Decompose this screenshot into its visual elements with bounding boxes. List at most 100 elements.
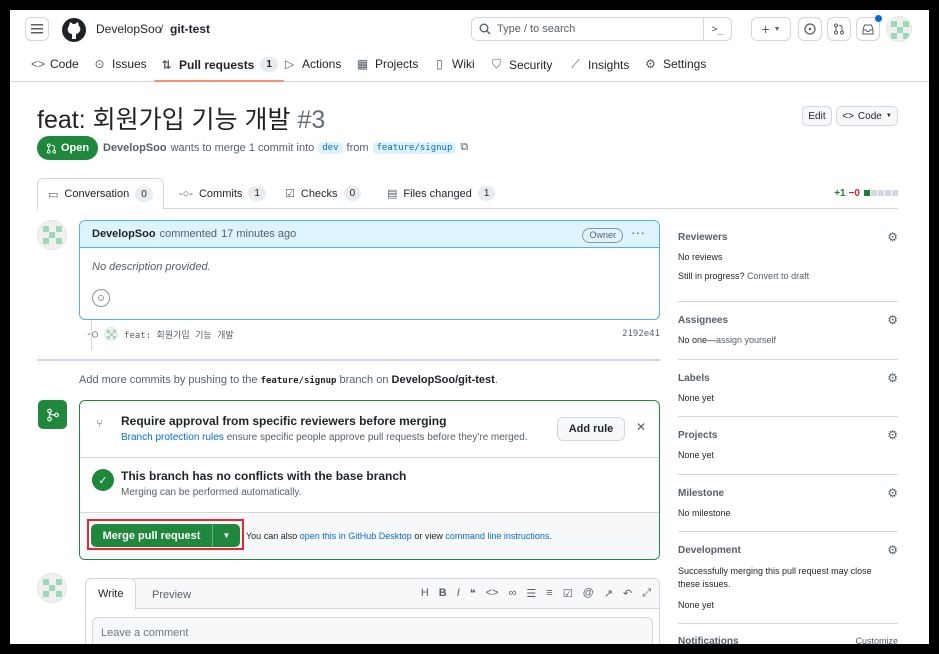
- tab-settings[interactable]: ⚙ Settings: [644, 57, 706, 71]
- command-line-link[interactable]: command line instructions: [445, 531, 549, 541]
- gear-icon[interactable]: ⚙: [887, 428, 898, 442]
- comment-icon: ▭: [48, 188, 59, 201]
- branch-protection-link[interactable]: Branch protection rules: [121, 432, 224, 443]
- tab-commits[interactable]: -○- Commits 1: [179, 178, 266, 209]
- git-pull-request-icon: [834, 23, 844, 35]
- assign-yourself-link[interactable]: assign yourself: [716, 335, 776, 345]
- pr-author-link[interactable]: DevelopSoo: [103, 142, 167, 154]
- convert-to-draft-link[interactable]: Convert to draft: [747, 271, 809, 281]
- comment-author[interactable]: DevelopSoo: [92, 228, 156, 240]
- user-avatar[interactable]: [886, 16, 912, 42]
- gear-icon[interactable]: ⚙: [887, 371, 898, 385]
- link-icon[interactable]: ∞: [509, 587, 517, 600]
- notification-dot: [875, 15, 882, 22]
- base-branch[interactable]: dev: [318, 141, 343, 154]
- pull-request-icon: ⇅: [161, 57, 172, 72]
- plus-icon: +: [761, 21, 770, 37]
- add-reaction-icon[interactable]: ☺: [92, 289, 110, 307]
- branch-protection-section: ⑂ Require approval from specific reviewe…: [80, 401, 659, 458]
- tab-write[interactable]: Write: [85, 578, 137, 610]
- tab-conversation[interactable]: ▭ Conversation 0: [37, 178, 164, 210]
- global-header: DevelopSoo / git-test Type / to search >…: [10, 10, 929, 52]
- edit-title-button[interactable]: Edit: [802, 106, 832, 126]
- tab-actions[interactable]: ▷ Actions: [283, 57, 341, 71]
- code-icon[interactable]: <>: [486, 587, 499, 600]
- merge-action-section: Merge pull request ▼ You can also open t…: [80, 513, 659, 559]
- github-logo-icon[interactable]: [61, 17, 87, 43]
- cross-reference-icon[interactable]: ↗: [604, 587, 613, 600]
- gear-icon[interactable]: ⚙: [887, 313, 898, 327]
- gear-icon[interactable]: ⚙: [887, 486, 898, 500]
- tab-wiki[interactable]: ▯ Wiki: [433, 57, 474, 71]
- breadcrumb-owner[interactable]: DevelopSoo: [96, 22, 161, 36]
- code-dropdown-button[interactable]: <> Code ▼: [836, 106, 898, 126]
- customize-link[interactable]: Customize: [855, 636, 898, 644]
- search-input[interactable]: Type / to search >_: [471, 17, 732, 41]
- heading-icon[interactable]: H: [421, 587, 429, 600]
- commit-avatar[interactable]: [104, 327, 119, 341]
- tab-files-changed[interactable]: ▤ Files changed 1: [387, 178, 496, 209]
- unordered-list-icon[interactable]: ☰: [526, 587, 536, 600]
- chevron-down-icon: ▼: [885, 113, 892, 119]
- tab-pull-requests[interactable]: ⇅ Pull requests 1: [154, 57, 284, 82]
- fullscreen-icon[interactable]: ⤢: [642, 587, 651, 600]
- comment-textarea[interactable]: Leave a comment: [92, 617, 653, 644]
- book-icon: ▯: [436, 57, 443, 71]
- breadcrumb-repo[interactable]: git-test: [170, 22, 210, 36]
- pull-requests-button[interactable]: [827, 17, 851, 41]
- menu-button[interactable]: [25, 17, 49, 41]
- reply-icon[interactable]: ↶: [623, 587, 632, 600]
- merge-pull-request-button[interactable]: Merge pull request ▼: [91, 524, 240, 547]
- current-user-avatar: [37, 573, 67, 603]
- mention-icon[interactable]: @: [583, 587, 594, 600]
- commit-dot-icon: -○: [86, 328, 99, 340]
- pr-tabs: ▭ Conversation 0 -○- Commits 1 ☑ Checks 0 ▤ Fil…: [37, 178, 898, 210]
- tab-security[interactable]: ⛉ Security: [490, 57, 552, 72]
- comment-body: No description provided.: [92, 261, 211, 273]
- gear-icon[interactable]: ⚙: [887, 230, 898, 244]
- tab-code[interactable]: <> Code: [31, 57, 79, 71]
- owner-badge: Owner: [582, 228, 623, 243]
- comment-timestamp[interactable]: 17 minutes ago: [221, 228, 296, 240]
- ordered-list-icon[interactable]: ≡: [546, 587, 552, 600]
- issues-button[interactable]: [798, 17, 822, 41]
- quote-icon[interactable]: ❝: [470, 587, 476, 600]
- tab-projects[interactable]: ▦ Projects: [356, 57, 419, 71]
- commit-sha[interactable]: 2192e41: [622, 329, 660, 339]
- tab-preview[interactable]: Preview: [140, 579, 203, 610]
- bold-icon[interactable]: B: [439, 587, 447, 600]
- italic-icon[interactable]: I: [457, 587, 460, 600]
- comment-header: DevelopSoo commented 17 minutes ago: [80, 221, 659, 248]
- add-rule-button[interactable]: Add rule: [557, 417, 625, 441]
- timeline-divider: [37, 359, 660, 361]
- breadcrumb-separator: /: [160, 22, 164, 36]
- table-icon: ▦: [356, 57, 369, 71]
- pr-meta: DevelopSoo wants to merge 1 commit into …: [103, 141, 469, 154]
- browser-window: DevelopSoo / git-test Type / to search >…: [10, 10, 929, 644]
- tab-checks[interactable]: ☑ Checks 0: [285, 178, 362, 209]
- chevron-down-icon: ▼: [773, 25, 781, 33]
- gear-icon[interactable]: ⚙: [887, 543, 898, 557]
- inbox-button[interactable]: [856, 15, 882, 41]
- head-branch[interactable]: feature/signup: [372, 141, 457, 154]
- merge-options-dropdown[interactable]: ▼: [212, 524, 240, 547]
- kebab-menu-icon[interactable]: ···: [631, 224, 645, 240]
- checks-icon: ☑: [285, 188, 295, 200]
- pr-state-badge: Open: [37, 136, 98, 160]
- conflict-description: Merging can be performed automatically.: [121, 487, 302, 498]
- task-list-icon[interactable]: ☑: [563, 587, 573, 600]
- tab-issues[interactable]: ⊙ Issues: [93, 57, 146, 71]
- git-merge-icon: [38, 400, 67, 429]
- close-icon[interactable]: ✕: [636, 420, 646, 434]
- comment-author-avatar[interactable]: [37, 220, 67, 250]
- command-palette-button[interactable]: >_: [703, 18, 731, 40]
- tab-insights[interactable]: ⟋ Insights: [569, 57, 629, 72]
- commit-message[interactable]: feat: 회원가입 기능 개발: [124, 328, 234, 341]
- github-desktop-link[interactable]: open this in GitHub Desktop: [300, 531, 412, 541]
- rule-description: Branch protection rules ensure specific …: [121, 432, 528, 443]
- file-diff-icon: ▤: [387, 188, 398, 200]
- create-new-button[interactable]: + ▼: [751, 17, 791, 41]
- copy-icon[interactable]: ⧉: [460, 141, 468, 154]
- pr-number: #3: [297, 106, 326, 134]
- rule-title: Require approval from specific reviewers…: [121, 414, 447, 428]
